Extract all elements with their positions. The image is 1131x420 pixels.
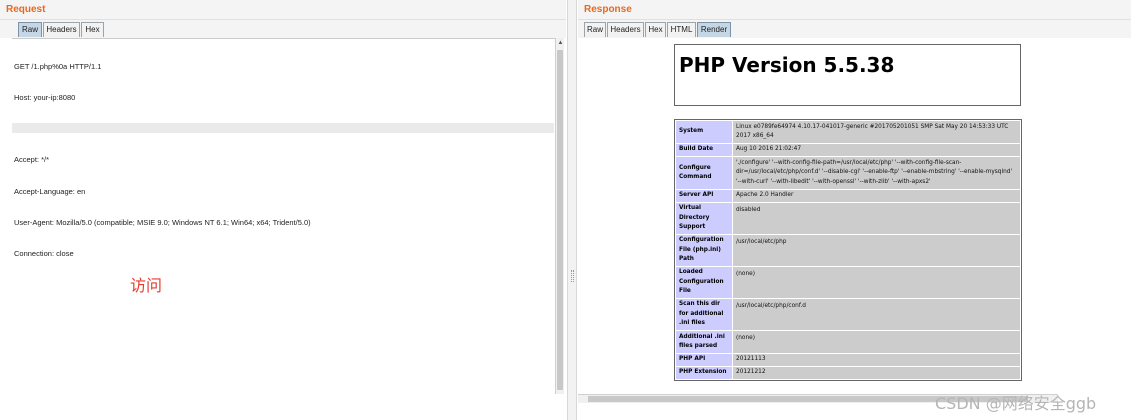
table-row: Configuration File (php.ini) Path/usr/lo… xyxy=(676,235,1020,266)
request-tab-headers[interactable]: Headers xyxy=(43,22,80,37)
row-key: PHP API xyxy=(676,354,732,366)
request-tabbar: Raw Headers Hex xyxy=(0,20,566,38)
row-value: 20121113 xyxy=(733,354,1020,366)
table-row: Virtual Directory Support disabled xyxy=(676,203,1020,234)
response-tabbar: Raw Headers Hex HTML Render xyxy=(578,20,1131,38)
scrollbar-thumb[interactable] xyxy=(557,50,563,390)
table-row: PHP API 20121113 xyxy=(676,354,1020,366)
row-value: (none) xyxy=(733,267,1020,298)
watermark: CSDN @网络安全ggb xyxy=(935,394,1097,413)
request-header: Request xyxy=(0,0,566,20)
response-tab-raw[interactable]: Raw xyxy=(584,22,606,37)
request-tab-raw[interactable]: Raw xyxy=(18,22,42,37)
response-tab-headers[interactable]: Headers xyxy=(607,22,644,37)
response-tab-html[interactable]: HTML xyxy=(667,22,696,37)
request-vertical-scrollbar[interactable]: ▲ xyxy=(555,38,564,394)
request-line: Connection: close xyxy=(14,249,74,259)
row-value: Apache 2.0 Handler xyxy=(733,190,1020,202)
request-line: GET /1.php%0a HTTP/1.1 xyxy=(14,61,102,71)
request-empty-line-highlight xyxy=(12,123,554,133)
row-value: './configure' '--with-config-file-path=/… xyxy=(733,157,1020,189)
splitter-grip-icon[interactable] xyxy=(571,270,574,282)
request-title: Request xyxy=(6,4,46,15)
table-row: Server API Apache 2.0 Handler xyxy=(676,190,1020,202)
request-pane: Request Raw Headers Hex GET /1.php%0a HT… xyxy=(0,0,566,420)
row-key: Configure Command xyxy=(676,157,732,189)
row-key: PHP Extension xyxy=(676,367,732,379)
row-value: /usr/local/etc/php/conf.d xyxy=(733,299,1020,330)
row-key: Server API xyxy=(676,190,732,202)
annotation-wrapper: 访问 xyxy=(130,272,162,296)
response-render-view: PHP Version 5.5.38 System Linux e0789fe64… xyxy=(578,38,1058,394)
response-tab-hex[interactable]: Hex xyxy=(645,22,666,37)
row-key: Configuration File (php.ini) Path xyxy=(676,235,732,266)
row-key: System xyxy=(676,121,732,143)
row-value: Aug 10 2016 21:02:47 xyxy=(733,144,1020,156)
table-row: Additional .ini files parsed (none) xyxy=(676,331,1020,353)
row-key: Scan this dir for additional .ini files xyxy=(676,299,732,330)
row-key: Virtual Directory Support xyxy=(676,203,732,234)
request-line: Host: your-ip:8080 xyxy=(14,93,76,103)
row-value: (none) xyxy=(733,331,1020,353)
request-line: Accept: */* xyxy=(14,155,50,165)
response-header: Response xyxy=(578,0,1131,20)
response-pane: Response Raw Headers Hex HTML Render PHP… xyxy=(578,0,1131,420)
phpinfo-header-box: PHP Version 5.5.38 xyxy=(674,44,1021,106)
phpinfo-table: System Linux e0789fe64974 4.10.17-041017-… xyxy=(674,119,1022,381)
php-version-title: PHP Version 5.5.38 xyxy=(679,53,895,77)
request-line: Accept-Language: en xyxy=(14,186,86,196)
request-text: GET /1.php%0a HTTP/1.1 Host: your-ip:808… xyxy=(14,41,311,280)
table-row: Build Date Aug 10 2016 21:02:47 xyxy=(676,144,1020,156)
row-value: /usr/local/etc/php xyxy=(733,235,1020,266)
pane-splitter[interactable] xyxy=(567,0,577,420)
scroll-up-arrow-icon[interactable]: ▲ xyxy=(557,40,564,47)
row-key: Additional .ini files parsed xyxy=(676,331,732,353)
response-tab-render[interactable]: Render xyxy=(697,22,731,37)
table-row: System Linux e0789fe64974 4.10.17-041017-… xyxy=(676,121,1020,143)
response-title: Response xyxy=(584,4,632,15)
table-row: PHP Extension 20121212 xyxy=(676,367,1020,379)
annotation-text: 访问 xyxy=(130,276,163,295)
request-line: User-Agent: Mozilla/5.0 (compatible; MSI… xyxy=(14,217,311,227)
row-value: Linux e0789fe64974 4.10.17-041017-generi… xyxy=(733,121,1020,143)
table-row: Configure Command './configure' '--with-c… xyxy=(676,157,1020,189)
table-row: Loaded Configuration File (none) xyxy=(676,267,1020,298)
table-row: Scan this dir for additional .ini files /… xyxy=(676,299,1020,330)
row-value: 20121212 xyxy=(733,367,1020,379)
row-key: Loaded Configuration File xyxy=(676,267,732,298)
row-key: Build Date xyxy=(676,144,732,156)
request-tab-hex[interactable]: Hex xyxy=(81,22,104,37)
request-editor[interactable]: GET /1.php%0a HTTP/1.1 Host: your-ip:808… xyxy=(12,38,555,394)
row-value: disabled xyxy=(733,203,1020,234)
